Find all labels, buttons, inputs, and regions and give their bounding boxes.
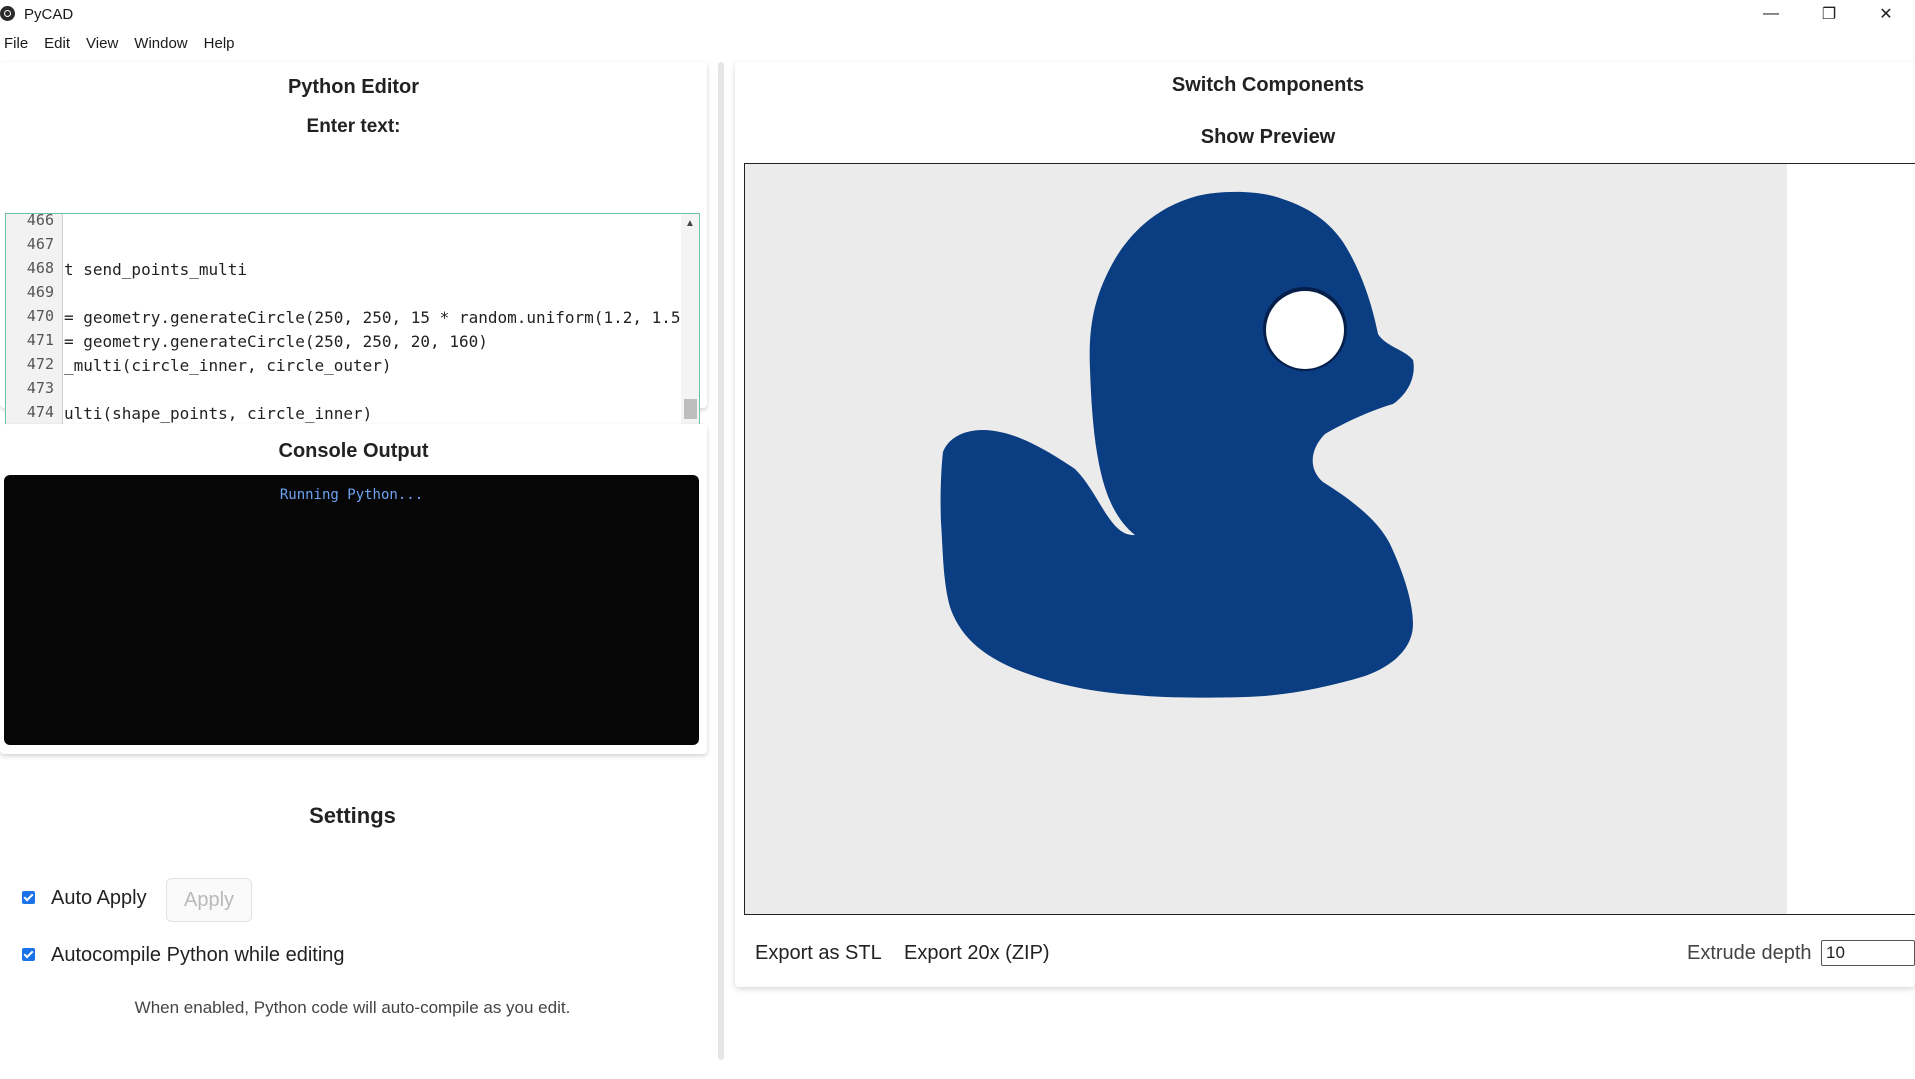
console-panel: Console Output Running Python... bbox=[0, 424, 707, 754]
line-number: 470 bbox=[26, 307, 54, 325]
line-number: 466 bbox=[26, 213, 54, 229]
duck-model bbox=[940, 191, 1414, 698]
vertical-scroll-thumb[interactable] bbox=[684, 399, 697, 419]
extrude-depth-label: Extrude depth bbox=[1687, 942, 1812, 964]
title-bar: PyCAD — ❐ ✕ bbox=[0, 0, 1915, 28]
console-output[interactable]: Running Python... bbox=[4, 475, 699, 745]
code-line[interactable]: _multi(circle_inner, circle_outer) bbox=[64, 356, 392, 375]
maximize-button[interactable]: ❐ bbox=[1800, 0, 1858, 28]
menu-view[interactable]: View bbox=[78, 35, 126, 52]
code-editor[interactable]: 466 467 468 t send_points_multi 469 470 = geom… bbox=[5, 213, 700, 460]
apply-button[interactable]: Apply bbox=[166, 878, 252, 922]
menu-window[interactable]: Window bbox=[126, 35, 195, 52]
menu-bar: File Edit View Window Help bbox=[0, 29, 1915, 57]
python-editor-panel: Python Editor Enter text: 466 467 468 t sen… bbox=[0, 62, 707, 460]
duck-model-shape bbox=[940, 191, 1414, 698]
show-preview-button[interactable]: Show Preview bbox=[735, 126, 1801, 149]
menu-help[interactable]: Help bbox=[196, 35, 243, 52]
switch-components-button[interactable]: Switch Components bbox=[735, 74, 1801, 97]
minimize-button[interactable]: — bbox=[1742, 0, 1800, 28]
model-preview-viewport[interactable] bbox=[744, 163, 1915, 915]
window-title: PyCAD bbox=[24, 6, 74, 23]
line-number: 472 bbox=[26, 355, 54, 373]
editor-subtitle: Enter text: bbox=[306, 116, 401, 137]
panel-splitter[interactable] bbox=[718, 62, 724, 1060]
menu-edit[interactable]: Edit bbox=[36, 35, 78, 52]
line-number: 471 bbox=[26, 331, 54, 349]
code-line[interactable]: t send_points_multi bbox=[64, 260, 247, 279]
scroll-up-icon[interactable]: ▲ bbox=[685, 218, 695, 229]
auto-apply-label: Auto Apply bbox=[51, 887, 147, 909]
settings-title: Settings bbox=[309, 803, 396, 828]
export-zip-button[interactable]: Export 20x (ZIP) bbox=[904, 942, 1050, 965]
code-line[interactable]: ulti(shape_points, circle_inner) bbox=[64, 404, 372, 423]
console-title: Console Output bbox=[278, 440, 429, 462]
console-text: Running Python... bbox=[279, 487, 424, 503]
components-panel: Switch Components Show Preview Export as… bbox=[735, 62, 1915, 987]
autocompile-checkbox[interactable] bbox=[22, 948, 35, 961]
code-line[interactable]: = geometry.generateCircle(250, 250, 20, … bbox=[64, 332, 488, 351]
autocompile-note: When enabled, Python code will auto-comp… bbox=[134, 998, 571, 1017]
extrude-depth-input[interactable] bbox=[1821, 940, 1915, 966]
vertical-scrollbar[interactable]: ▲ ▼ bbox=[681, 214, 699, 438]
menu-file[interactable]: File bbox=[0, 35, 36, 52]
line-number: 474 bbox=[26, 403, 54, 421]
line-number: 468 bbox=[26, 259, 54, 277]
app-logo-icon bbox=[0, 6, 15, 21]
line-number: 473 bbox=[26, 379, 54, 397]
eye-hole bbox=[1266, 291, 1344, 369]
line-number: 469 bbox=[26, 283, 54, 301]
line-number: 467 bbox=[26, 235, 54, 253]
code-line[interactable]: = geometry.generateCircle(250, 250, 15 *… bbox=[64, 308, 681, 327]
export-stl-button[interactable]: Export as STL bbox=[755, 942, 882, 965]
autocompile-label: Autocompile Python while editing bbox=[51, 944, 345, 966]
editor-title: Python Editor bbox=[287, 76, 420, 98]
auto-apply-checkbox[interactable] bbox=[22, 891, 35, 904]
close-button[interactable]: ✕ bbox=[1857, 0, 1915, 28]
